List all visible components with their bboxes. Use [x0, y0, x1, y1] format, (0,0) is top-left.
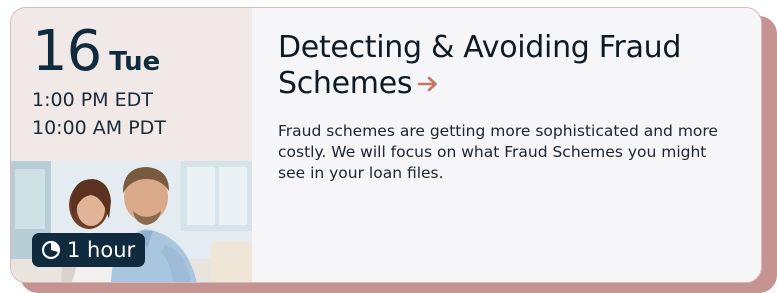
time-pdt: 10:00 AM PDT	[32, 117, 166, 139]
stage: 16 Tue 1:00 PM EDT 10:00 AM PDT 1 hour D…	[0, 0, 777, 293]
event-card[interactable]: 16 Tue 1:00 PM EDT 10:00 AM PDT 1 hour D…	[10, 7, 762, 283]
event-title-line2: Schemes	[278, 66, 413, 101]
date-block: 16 Tue 1:00 PM EDT 10:00 AM PDT	[32, 24, 166, 142]
arrow-right-icon	[416, 67, 440, 103]
time-edt: 1:00 PM EDT	[32, 89, 153, 111]
duration-badge: 1 hour	[32, 233, 146, 267]
event-content: Detecting & Avoiding Fraud Schemes Fraud…	[278, 30, 738, 199]
weekday: Tue	[109, 47, 161, 77]
event-date-panel: 16 Tue 1:00 PM EDT 10:00 AM PDT 1 hour	[11, 8, 252, 282]
duration-text: 1 hour	[67, 238, 136, 262]
event-description: Fraud schemes are getting more sophistic…	[278, 121, 718, 182]
event-title-link[interactable]: Detecting & Avoiding Fraud Schemes	[278, 30, 681, 101]
date-row: 16 Tue	[32, 24, 166, 86]
event-title: Detecting & Avoiding Fraud Schemes	[278, 30, 738, 103]
event-title-line1: Detecting & Avoiding Fraud	[278, 30, 682, 65]
day-number: 16	[32, 19, 102, 84]
clock-icon	[41, 240, 61, 260]
